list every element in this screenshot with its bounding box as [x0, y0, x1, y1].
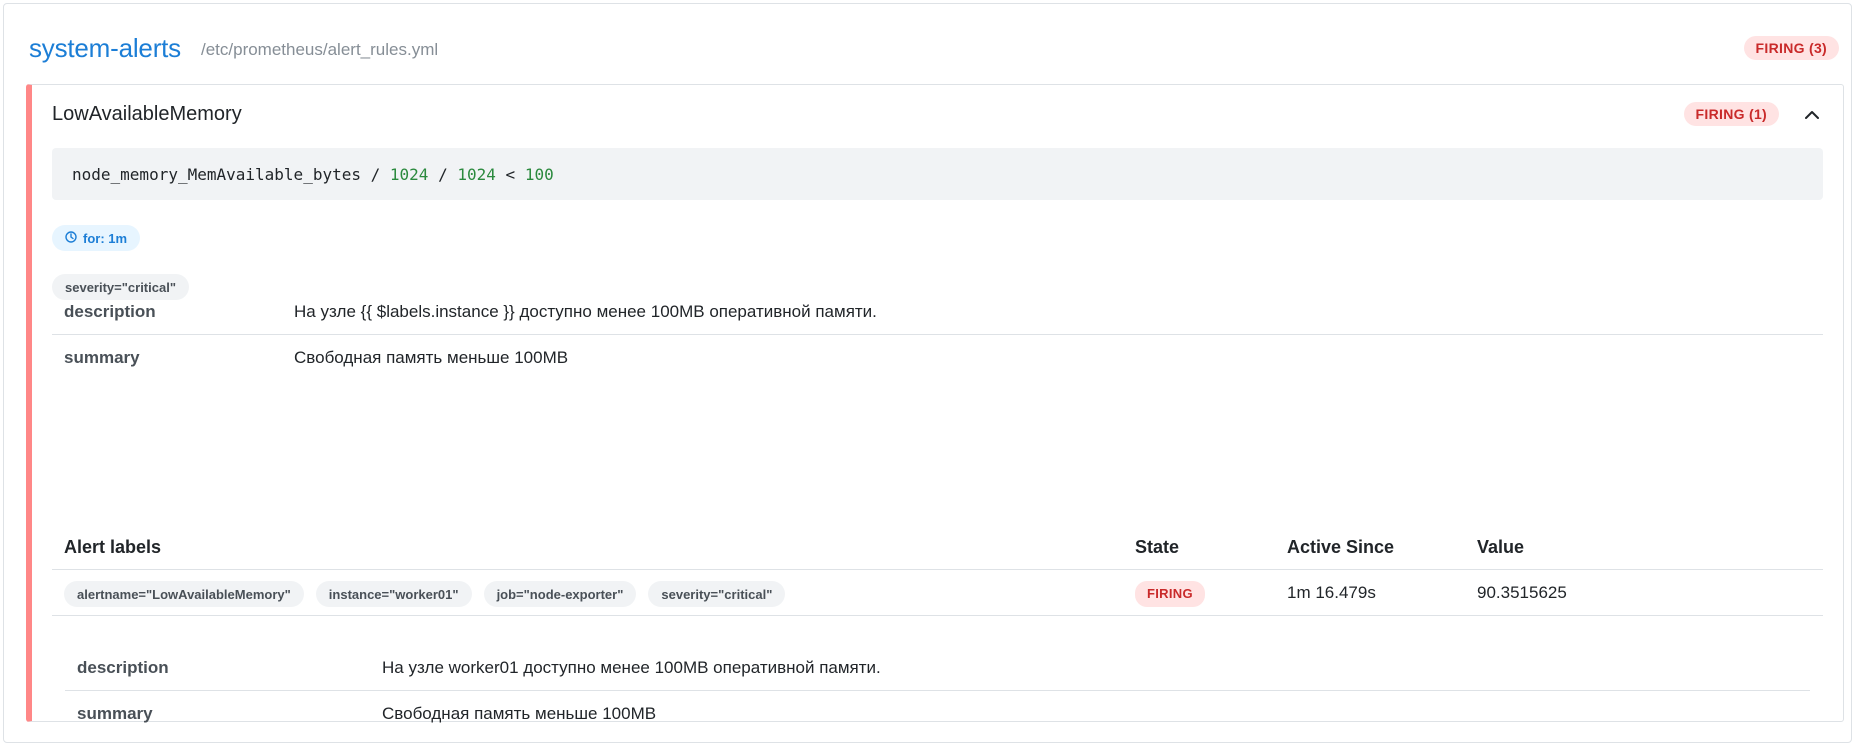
- annotation-row: description На узле worker01 доступно ме…: [65, 646, 1810, 691]
- alert-label-pill: severity="critical": [648, 581, 786, 607]
- alert-label-pill: instance="worker01": [315, 581, 472, 607]
- group-header: system-alerts /etc/prometheus/alert_rule…: [29, 26, 1839, 70]
- expr-number: 1024: [389, 164, 429, 184]
- annotation-key: summary: [77, 703, 153, 723]
- annotation-value: Свободная память меньше 100MB: [382, 703, 657, 723]
- expr-number: 1024: [457, 164, 496, 184]
- for-duration-badge: for: 1m: [52, 225, 141, 251]
- expr-number: 100: [524, 164, 554, 184]
- rule-expression: node_memory_MemAvailable_bytes / 1024 / …: [52, 148, 1823, 200]
- header-alert-labels: Alert labels: [64, 537, 162, 557]
- expr-operator: /: [438, 164, 448, 184]
- expr-operator: <: [505, 164, 516, 184]
- alert-rule-card: LowAvailableMemory FIRING (1) node_memor…: [26, 84, 1844, 723]
- for-duration-text: for: 1m: [83, 230, 128, 246]
- expr-operator: /: [370, 164, 381, 184]
- annotation-value: На узле {{ $labels.instance }} доступно …: [294, 302, 877, 321]
- alert-label-pill: alertname="LowAvailableMemory": [64, 581, 304, 607]
- expr-metric: node_memory_MemAvailable_bytes: [72, 164, 361, 184]
- annotation-key: description: [64, 302, 156, 321]
- rule-state-badge: FIRING (1): [1683, 102, 1779, 126]
- annotation-value: Свободная память меньше 100MB: [294, 347, 569, 367]
- annotation-row: summary Свободная память меньше 100MB: [65, 691, 1810, 736]
- chevron-up-icon[interactable]: [1799, 101, 1825, 127]
- annotation-row: summary Свободная память меньше 100MB: [52, 335, 1823, 380]
- alert-labels: alertname="LowAvailableMemory" instance=…: [64, 581, 786, 607]
- rule-header[interactable]: LowAvailableMemory FIRING (1): [32, 85, 1843, 143]
- rule-annotations-table: description На узле {{ $labels.instance …: [52, 290, 1823, 380]
- group-file-path: /etc/prometheus/alert_rules.yml: [200, 40, 439, 59]
- annotation-key: description: [77, 658, 169, 677]
- alert-value: 90.3515625: [1477, 583, 1567, 602]
- rule-name: LowAvailableMemory: [52, 102, 242, 125]
- alert-row: alertname="LowAvailableMemory" instance=…: [52, 571, 1823, 616]
- alert-state: FIRING: [1135, 581, 1205, 607]
- header-value: Value: [1477, 537, 1525, 557]
- header-active-since: Active Since: [1287, 537, 1395, 557]
- group-state-badge: FIRING (3): [1743, 36, 1839, 60]
- annotation-value: На узле worker01 доступно менее 100MB оп…: [382, 658, 881, 677]
- group-name: system-alerts: [29, 32, 181, 63]
- alert-annotations-table: description На узле worker01 доступно ме…: [65, 646, 1810, 736]
- clock-icon: [65, 230, 83, 246]
- alerts-table-header: Alert labels State Active Since Value: [52, 525, 1823, 570]
- annotation-row: description На узле {{ $labels.instance …: [52, 290, 1823, 335]
- annotation-key: summary: [64, 347, 140, 367]
- alert-state-badge: FIRING: [1135, 581, 1205, 607]
- alert-active-since: 1m 16.479s: [1287, 583, 1376, 602]
- header-state: State: [1135, 537, 1180, 557]
- alert-label-pill: job="node-exporter": [483, 581, 637, 607]
